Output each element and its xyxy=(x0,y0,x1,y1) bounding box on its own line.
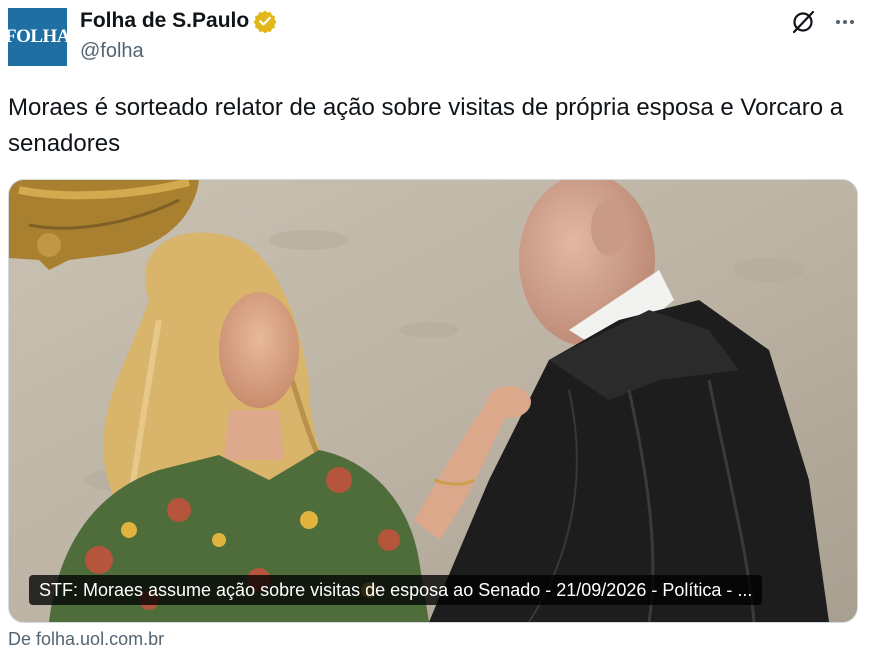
verified-badge-icon xyxy=(253,10,277,33)
more-options-icon[interactable] xyxy=(833,10,857,34)
tweet-text: Moraes é sorteado relator de ação sobre … xyxy=(8,94,844,157)
card-source-link[interactable]: De folha.uol.com.br xyxy=(8,629,164,650)
link-card[interactable]: STF: Moraes assume ação sobre visitas de… xyxy=(8,179,858,623)
avatar[interactable]: FOLHA xyxy=(4,8,71,66)
card-photo xyxy=(9,180,857,622)
user-handle[interactable]: @folha xyxy=(80,40,144,63)
card-caption: STF: Moraes assume ação sobre visitas de… xyxy=(29,575,763,605)
avatar-text: FOLHA xyxy=(4,26,71,47)
author-name-row: Folha de S.Paulo xyxy=(80,9,277,33)
grok-icon[interactable] xyxy=(790,9,816,35)
display-name[interactable]: Folha de S.Paulo xyxy=(80,9,249,33)
